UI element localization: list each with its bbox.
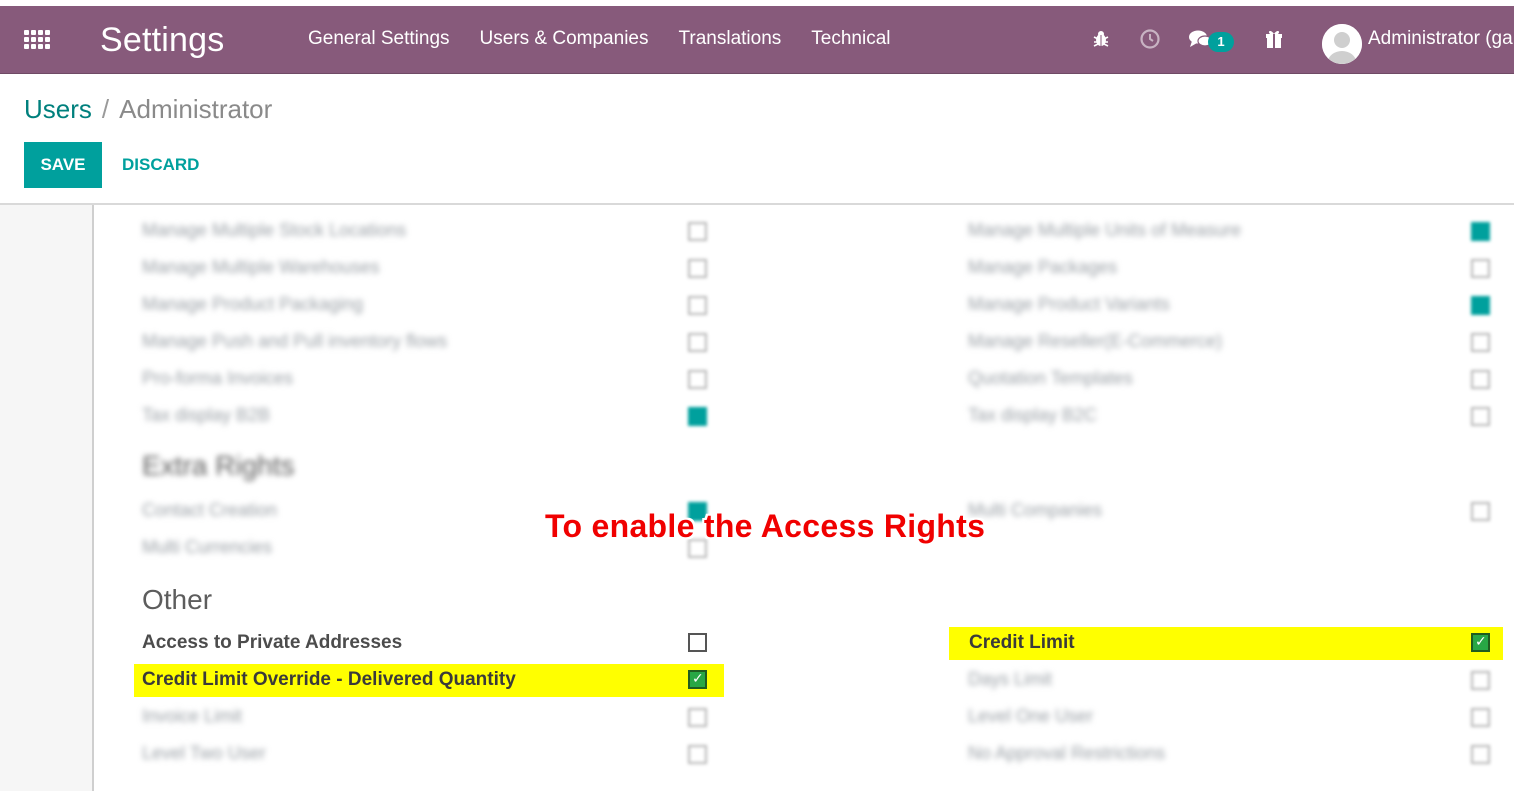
app-title: Settings [100, 21, 225, 59]
access-private-addresses-checkbox[interactable] [688, 633, 707, 652]
setting-checkbox[interactable] [688, 333, 707, 352]
setting-checkbox[interactable] [1471, 296, 1490, 315]
no-approval-label: No Approval Restrictions [968, 743, 1166, 763]
setting-label: Manage Multiple Stock Locations [142, 220, 407, 240]
setting-label: Manage Push and Pull inventory flows [142, 331, 448, 351]
days-limit-label: Days Limit [968, 669, 1053, 689]
debug-bug-icon[interactable] [1088, 22, 1114, 56]
setting-checkbox[interactable] [1471, 370, 1490, 389]
menu-users-companies[interactable]: Users & Companies [480, 28, 649, 50]
menu-technical[interactable]: Technical [811, 28, 890, 50]
breadcrumb-separator: / [101, 94, 110, 124]
access-private-addresses-label: Access to Private Addresses [142, 632, 403, 653]
form-sheet-gutter [0, 205, 94, 791]
setting-label: Pro-forma Invoices [142, 368, 294, 388]
activity-clock-icon[interactable] [1137, 22, 1163, 56]
setting-label: Multi Currencies [142, 537, 273, 557]
control-panel-divider [0, 203, 1514, 205]
setting-checkbox[interactable] [1471, 333, 1490, 352]
setting-checkbox[interactable] [1471, 222, 1490, 241]
days-limit-checkbox[interactable] [1471, 671, 1490, 690]
user-avatar[interactable] [1322, 24, 1362, 64]
user-menu-name[interactable]: Administrator (ga [1368, 28, 1513, 50]
level-one-user-checkbox[interactable] [1471, 708, 1490, 727]
invoice-limit-checkbox[interactable] [688, 708, 707, 727]
setting-checkbox[interactable] [1471, 407, 1490, 426]
setting-label: Contact Creation [142, 500, 278, 520]
breadcrumb-users-link[interactable]: Users [24, 94, 92, 125]
setting-label: Manage Product Packaging [142, 294, 364, 314]
setting-checkbox[interactable] [688, 407, 707, 426]
section-title-extra-rights: Extra Rights [142, 450, 295, 481]
setting-checkbox[interactable] [688, 222, 707, 241]
menu-general-settings[interactable]: General Settings [308, 28, 450, 50]
annotation-text: To enable the Access Rights [545, 508, 986, 544]
setting-label: Manage Packages [968, 257, 1118, 277]
setting-label: Quotation Templates [968, 368, 1133, 388]
setting-label: Manage Multiple Warehouses [142, 257, 380, 277]
message-count-badge: 1 [1208, 32, 1234, 52]
setting-label: Manage Reseller(E-Commerce) [968, 331, 1223, 351]
no-approval-checkbox[interactable] [1471, 745, 1490, 764]
credit-limit-override-checkbox[interactable] [688, 670, 707, 689]
level-one-user-label: Level One User [968, 706, 1094, 726]
invoice-limit-label: Invoice Limit [142, 706, 243, 726]
setting-checkbox[interactable] [1471, 259, 1490, 278]
menu-translations[interactable]: Translations [678, 28, 781, 50]
credit-limit-label: Credit Limit [969, 632, 1075, 653]
app-grid-icon[interactable] [24, 30, 52, 52]
top-navbar: Settings General Settings Users & Compan… [0, 6, 1514, 74]
credit-limit-checkbox[interactable] [1471, 633, 1490, 652]
breadcrumb-current: Administrator [119, 94, 273, 124]
main-menu: General Settings Users & Companies Trans… [308, 28, 891, 50]
setting-label: Manage Multiple Units of Measure [968, 220, 1242, 240]
gift-icon[interactable] [1261, 22, 1287, 56]
setting-label: Tax display B2C [968, 405, 1098, 425]
setting-label: Tax display B2B [142, 405, 271, 425]
section-title-other: Other [142, 584, 213, 615]
discard-button[interactable]: DISCARD [122, 142, 199, 188]
setting-checkbox[interactable] [688, 259, 707, 278]
setting-label: Multi Companies [968, 500, 1103, 520]
setting-checkbox[interactable] [688, 370, 707, 389]
breadcrumb: Users / Administrator [24, 94, 272, 125]
credit-limit-override-label: Credit Limit Override - Delivered Quanti… [142, 669, 516, 690]
setting-checkbox[interactable] [1471, 502, 1490, 521]
level-two-user-checkbox[interactable] [688, 745, 707, 764]
save-button[interactable]: SAVE [24, 142, 102, 188]
level-two-user-label: Level Two User [142, 743, 266, 763]
setting-label: Manage Product Variants [968, 294, 1170, 314]
setting-checkbox[interactable] [688, 296, 707, 315]
